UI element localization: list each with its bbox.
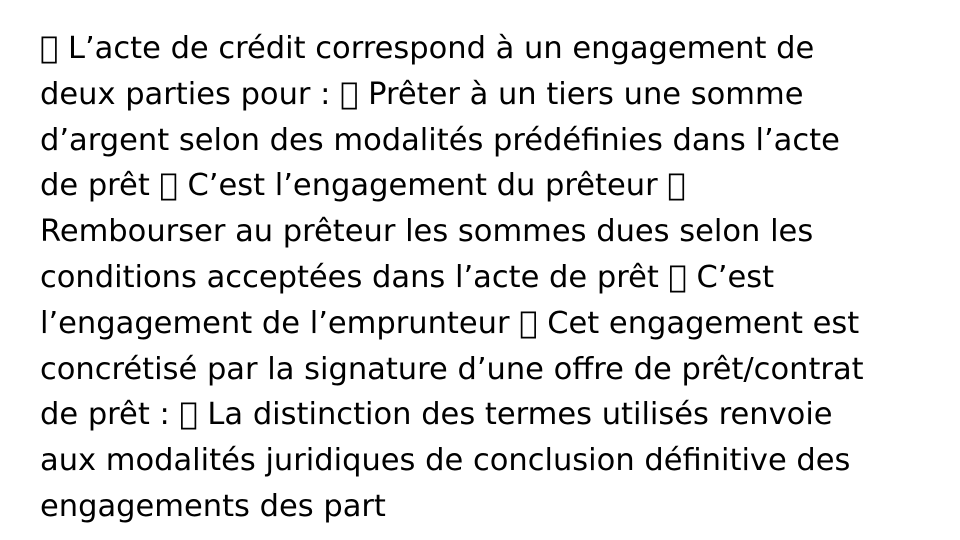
text-line: deux parties pour :  Prêter à un tiers … xyxy=(40,76,804,112)
text-line: Rembourser au prêteur les sommes dues se… xyxy=(40,214,814,250)
body-text:  L’acte de crédit correspond à un engag… xyxy=(40,26,910,530)
text-line: de prêt  C’est l’engagement du prêteur … xyxy=(40,168,686,204)
slide:  L’acte de crédit correspond à un engag… xyxy=(0,0,960,540)
text-line: concrétisé par la signature d’une offre … xyxy=(40,351,864,387)
text-line: aux modalités juridiques de conclusion d… xyxy=(40,443,851,479)
text-line: d’argent selon des modalités prédéfinies… xyxy=(40,122,840,158)
text-line: engagements des part xyxy=(40,488,386,524)
text-line: conditions acceptées dans l’acte de prêt… xyxy=(40,259,774,295)
text-line: l’engagement de l’emprunteur  Cet engag… xyxy=(40,305,859,341)
text-line:  L’acte de crédit correspond à un engag… xyxy=(40,31,814,66)
text-line: de prêt :  La distinction des termes ut… xyxy=(40,397,833,433)
